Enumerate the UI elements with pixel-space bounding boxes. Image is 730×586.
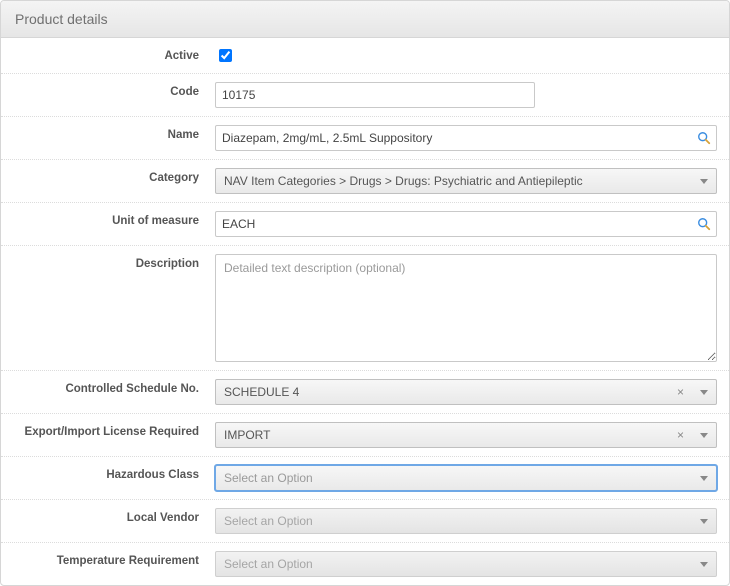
row-name: Name — [1, 117, 729, 160]
license-select[interactable]: IMPORT × — [215, 422, 717, 448]
active-checkbox[interactable] — [219, 49, 232, 62]
row-temp: Temperature Requirement Select an Option — [1, 543, 729, 585]
schedule-value: SCHEDULE 4 — [224, 385, 677, 399]
hazard-select[interactable]: Select an Option — [215, 465, 717, 491]
schedule-select[interactable]: SCHEDULE 4 × — [215, 379, 717, 405]
chevron-down-icon — [700, 476, 708, 481]
temp-placeholder: Select an Option — [224, 557, 700, 571]
row-description: Description — [1, 246, 729, 371]
label-name: Name — [1, 125, 215, 141]
chevron-down-icon — [700, 562, 708, 567]
category-value: NAV Item Categories > Drugs > Drugs: Psy… — [224, 174, 700, 188]
description-textarea[interactable] — [215, 254, 717, 362]
uom-input[interactable] — [215, 211, 717, 237]
row-schedule: Controlled Schedule No. SCHEDULE 4 × — [1, 371, 729, 414]
chevron-down-icon — [700, 390, 708, 395]
chevron-down-icon — [700, 433, 708, 438]
category-select[interactable]: NAV Item Categories > Drugs > Drugs: Psy… — [215, 168, 717, 194]
name-input[interactable] — [215, 125, 717, 151]
license-value: IMPORT — [224, 428, 677, 442]
row-category: Category NAV Item Categories > Drugs > D… — [1, 160, 729, 203]
label-uom: Unit of measure — [1, 211, 215, 227]
clear-icon[interactable]: × — [677, 429, 684, 441]
row-license: Export/Import License Required IMPORT × — [1, 414, 729, 457]
vendor-select[interactable]: Select an Option — [215, 508, 717, 534]
row-hazard: Hazardous Class Select an Option — [1, 457, 729, 500]
hazard-placeholder: Select an Option — [224, 471, 700, 485]
label-vendor: Local Vendor — [1, 508, 215, 524]
code-input[interactable] — [215, 82, 535, 108]
label-category: Category — [1, 168, 215, 184]
label-license: Export/Import License Required — [1, 422, 215, 438]
vendor-placeholder: Select an Option — [224, 514, 700, 528]
label-schedule: Controlled Schedule No. — [1, 379, 215, 395]
product-details-panel: Product details Active Code Name Categor… — [0, 0, 730, 586]
label-temp: Temperature Requirement — [1, 551, 215, 567]
row-active: Active — [1, 38, 729, 74]
label-description: Description — [1, 254, 215, 270]
chevron-down-icon — [700, 179, 708, 184]
label-code: Code — [1, 82, 215, 98]
chevron-down-icon — [700, 519, 708, 524]
row-code: Code — [1, 74, 729, 117]
row-uom: Unit of measure — [1, 203, 729, 246]
clear-icon[interactable]: × — [677, 386, 684, 398]
row-vendor: Local Vendor Select an Option — [1, 500, 729, 543]
temp-select[interactable]: Select an Option — [215, 551, 717, 577]
panel-title: Product details — [1, 1, 729, 38]
label-active: Active — [1, 46, 215, 62]
label-hazard: Hazardous Class — [1, 465, 215, 481]
